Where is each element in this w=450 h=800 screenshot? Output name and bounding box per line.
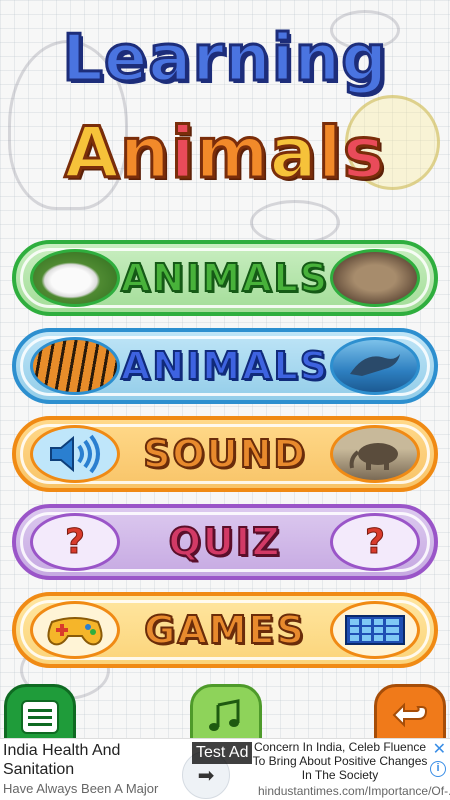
question-icon: ? bbox=[330, 513, 420, 571]
animals-label: ANIMALS bbox=[120, 255, 330, 301]
dolphin-photo bbox=[330, 337, 420, 395]
ad-subtitle: Have Always Been A Major bbox=[3, 781, 159, 796]
test-ad-label: Test Ad bbox=[192, 742, 253, 764]
ad-headline: India Health And Sanitation bbox=[3, 742, 121, 778]
ad-url[interactable]: hindustantimes.com/Importance/Of-... bbox=[258, 784, 450, 798]
speaker-icon bbox=[30, 425, 120, 483]
arrow-right-icon: ➡ bbox=[197, 764, 215, 787]
games-label: GAMES bbox=[143, 607, 306, 653]
gamepad-icon bbox=[30, 601, 120, 659]
sound-button[interactable]: SOUND bbox=[12, 416, 438, 492]
animals-button-green[interactable]: ANIMALS bbox=[12, 240, 438, 316]
app-title-line1: Learning bbox=[61, 21, 389, 98]
animals-button-blue[interactable]: ANIMALS bbox=[12, 328, 438, 404]
quiz-label: QUIZ bbox=[168, 519, 282, 565]
background-sketch bbox=[250, 200, 340, 245]
quiz-button[interactable]: ? QUIZ ? bbox=[12, 504, 438, 580]
question-icon: ? bbox=[30, 513, 120, 571]
sound-label: SOUND bbox=[142, 431, 307, 477]
tiger-photo bbox=[30, 337, 120, 395]
info-icon[interactable]: i bbox=[430, 761, 446, 777]
music-icon bbox=[209, 699, 240, 731]
elephant-photo bbox=[330, 425, 420, 483]
app-title-line2: Animals bbox=[63, 111, 386, 196]
games-button[interactable]: GAMES bbox=[12, 592, 438, 668]
close-icon[interactable]: ✕ bbox=[433, 739, 446, 759]
animals-label: ANIMALS bbox=[120, 343, 330, 389]
grid-icon bbox=[330, 601, 420, 659]
rabbit-photo bbox=[30, 249, 120, 307]
ad-body-text: Concern In India, Celeb Fluence To Bring… bbox=[252, 740, 428, 782]
back-arrow-icon bbox=[392, 702, 428, 728]
cat-photo bbox=[330, 249, 420, 307]
menu-icon bbox=[21, 700, 59, 734]
